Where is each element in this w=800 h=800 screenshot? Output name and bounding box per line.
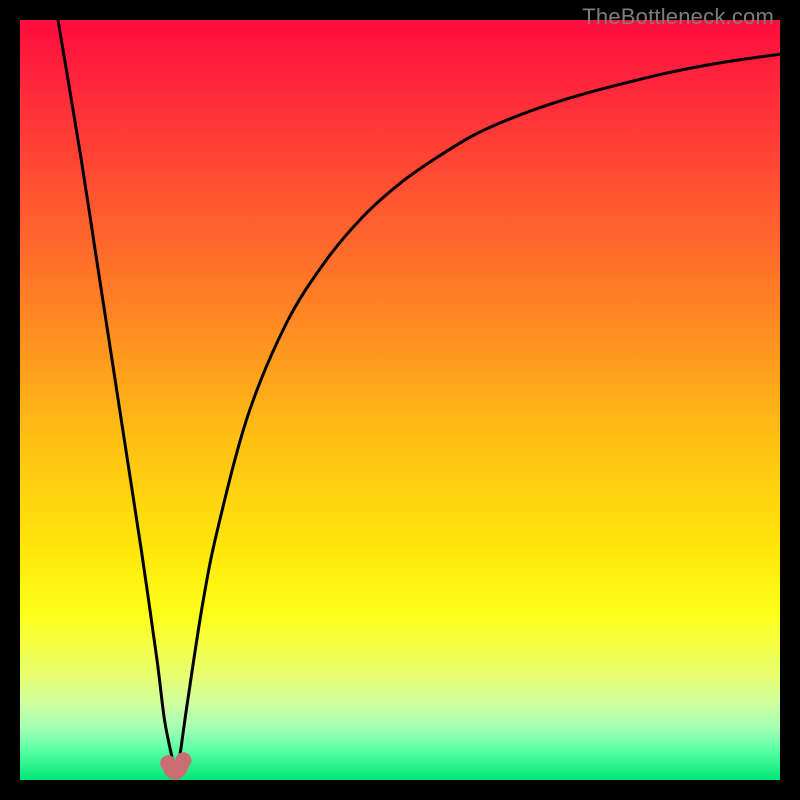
gradient-background	[20, 20, 780, 780]
chart-frame	[20, 20, 780, 780]
watermark-text: TheBottleneck.com	[582, 4, 774, 30]
optimum-marker-dot	[160, 755, 176, 771]
bottleneck-chart	[20, 20, 780, 780]
optimum-marker-dot	[175, 752, 191, 768]
